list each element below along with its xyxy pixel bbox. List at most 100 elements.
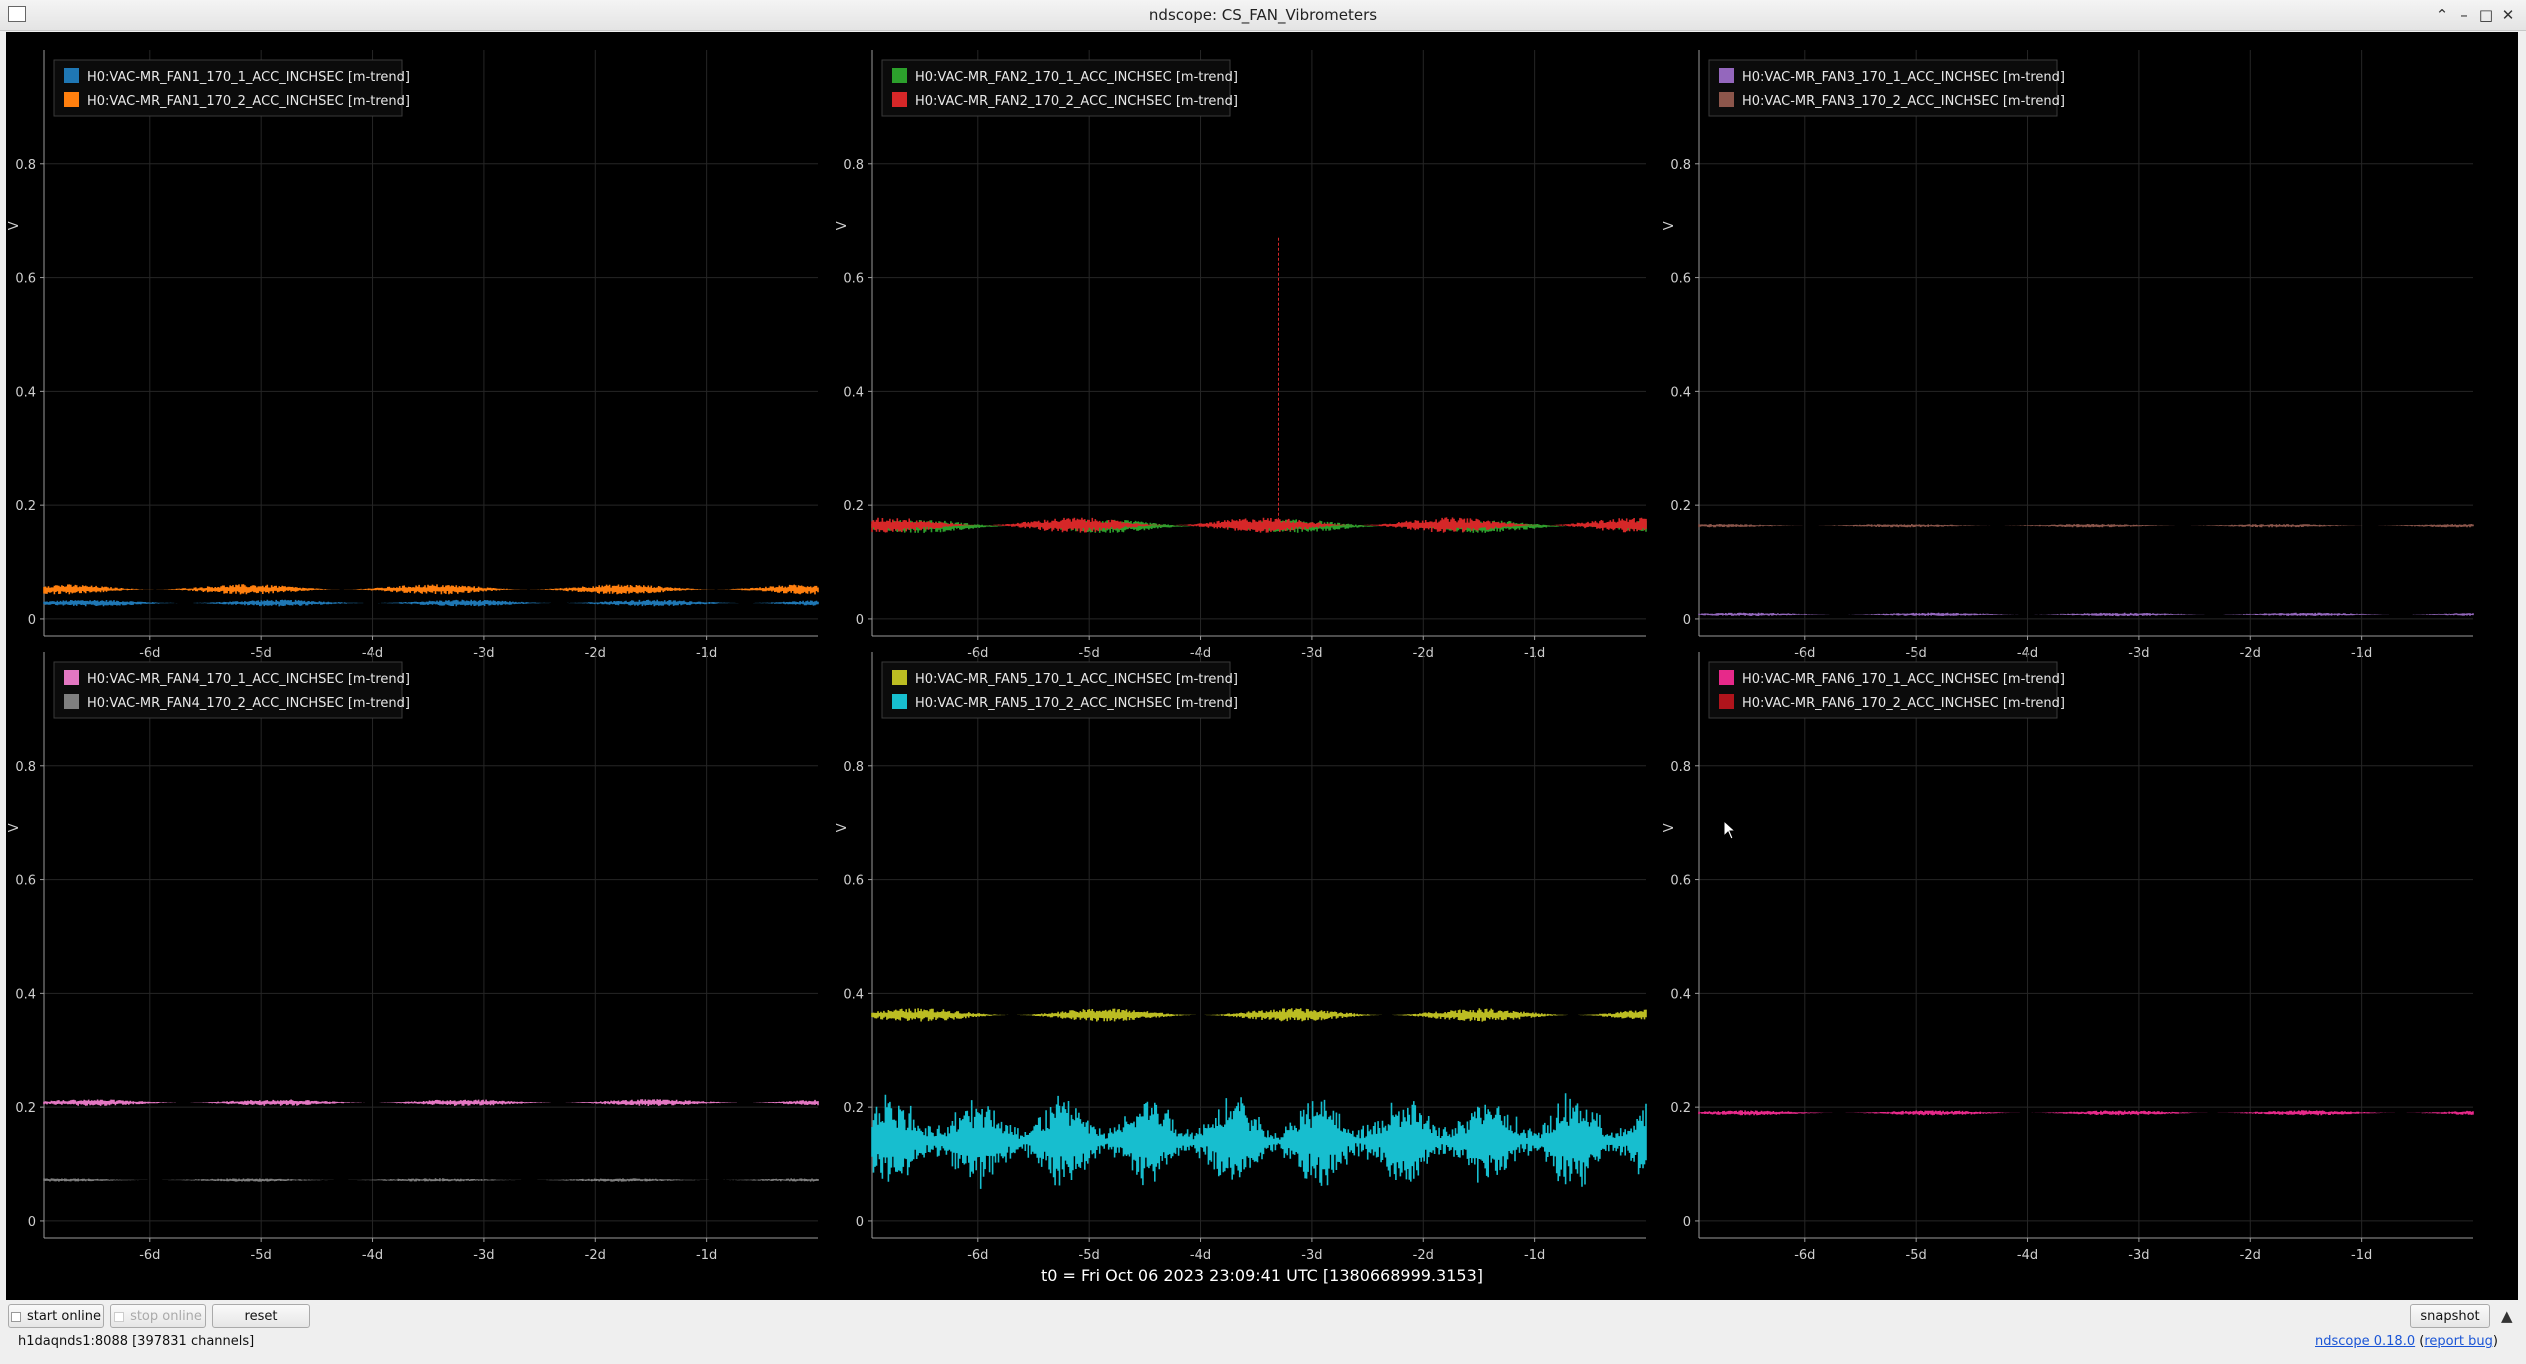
stop-online-checkbox (114, 1311, 125, 1322)
x-tick-label: -4d (1190, 1248, 1211, 1263)
x-tick-label: -2d (585, 1248, 606, 1263)
plot-panel-4[interactable]: 0 0.2 0.4 0.6 0.8 -6d -5d -4d -3d -2d -1d V H0:VAC-M… (7, 652, 819, 1263)
plot-panel-5[interactable]: 0 0.2 0.4 0.6 0.8 -6d -5d -4d -3d -2d -1d V H0:VAC-M… (835, 652, 1647, 1263)
plot-panel-6[interactable]: 0 0.2 0.4 0.6 0.8 -6d -5d -4d -3d -2d -1d V H0:VAC-M… (1662, 652, 2474, 1263)
y-tick-label: 0.2 (843, 499, 864, 514)
y-tick-label: 0.4 (843, 987, 864, 1002)
y-tick-label: 0 (28, 613, 36, 628)
legend-swatch (1719, 694, 1734, 709)
series-trace-2 (43, 584, 819, 595)
y-tick-label: 0.2 (843, 1101, 864, 1116)
legend: H0:VAC-MR_FAN5_170_1_ACC_INCHSEC [m-tren… (881, 661, 1238, 719)
legend-entry: H0:VAC-MR_FAN4_170_1_ACC_INCHSEC [m-tren… (87, 672, 410, 687)
y-tick-label: 0.8 (843, 158, 864, 173)
x-tick-label: -1d (2351, 1248, 2372, 1263)
mouse-cursor-icon (1723, 820, 1737, 840)
maximize-button[interactable]: □ (2476, 5, 2496, 25)
series-trace-2 (871, 517, 1647, 533)
y-tick-label: 0 (1683, 613, 1691, 628)
legend-entry: H0:VAC-MR_FAN2_170_1_ACC_INCHSEC [m-tren… (915, 70, 1238, 85)
series-trace-1 (1698, 612, 2474, 617)
reset-button[interactable]: reset (212, 1304, 310, 1328)
server-status: h1daqnds1:8088 [397831 channels] (18, 1334, 255, 1349)
legend-entry: H0:VAC-MR_FAN6_170_1_ACC_INCHSEC [m-tren… (1742, 672, 2065, 687)
legend: H0:VAC-MR_FAN4_170_1_ACC_INCHSEC [m-tren… (53, 661, 410, 719)
legend-entry: H0:VAC-MR_FAN6_170_2_ACC_INCHSEC [m-tren… (1742, 696, 2065, 711)
legend-swatch (892, 694, 907, 709)
legend-swatch (892, 670, 907, 685)
start-online-button[interactable]: start online (8, 1304, 104, 1328)
x-tick-label: -6d (1794, 1248, 1815, 1263)
y-axis-label: V (7, 221, 22, 230)
y-tick-label: 0.4 (15, 987, 36, 1002)
x-tick-label: -3d (2128, 1248, 2149, 1263)
legend-entry: H0:VAC-MR_FAN3_170_2_ACC_INCHSEC [m-tren… (1742, 94, 2065, 109)
legend-swatch (892, 92, 907, 107)
snapshot-button[interactable]: snapshot (2410, 1304, 2490, 1328)
x-tick-label: -1d (1524, 1248, 1545, 1263)
minimize-button[interactable]: – (2454, 5, 2474, 25)
x-tick-label: -4d (362, 1248, 383, 1263)
y-tick-label: 0.2 (1670, 499, 1691, 514)
legend-entry: H0:VAC-MR_FAN2_170_2_ACC_INCHSEC [m-tren… (915, 94, 1238, 109)
y-tick-label: 0.4 (1670, 385, 1691, 400)
stop-online-button: stop online (110, 1304, 206, 1328)
x-tick-label: -2d (2240, 1248, 2261, 1263)
legend-swatch (892, 68, 907, 83)
plot-area[interactable]: 0 0.2 0.4 0.6 0.8 -6d -5d -4d -3d -2d -1d V H0:VAC-M… (6, 32, 2518, 1300)
plot-panel-3[interactable]: 00.20.40.60.8-6d -5d -4d -3d -2d -1dVH0:VAC-M… (1662, 50, 2474, 661)
plot-panel-2[interactable]: 00.20.40.60.8-6d -5d -4d -3d -2d -1dVH0:VAC-M… (835, 50, 1647, 661)
y-axis-label: V (1662, 823, 1677, 832)
legend-entry: H0:VAC-MR_FAN1_170_1_ACC_INCHSEC [m-tren… (87, 70, 410, 85)
x-tick-label: -2d (1413, 1248, 1434, 1263)
series-trace-2 (43, 1178, 819, 1182)
series-trace-1 (871, 1008, 1647, 1022)
y-axis-label: V (835, 221, 850, 230)
y-tick-label: 0.8 (1670, 760, 1691, 775)
y-axis-label: V (835, 823, 850, 832)
x-tick-label: -5d (1906, 1248, 1927, 1263)
y-tick-label: 0.4 (1670, 987, 1691, 1002)
y-tick-label: 0.6 (1670, 874, 1691, 889)
y-tick-label: 0.6 (15, 874, 36, 889)
legend-swatch (64, 670, 79, 685)
x-tick-label: -5d (1079, 1248, 1100, 1263)
legend: H0:VAC-MR_FAN1_170_1_ACC_INCHSEC [m-tren… (53, 59, 410, 117)
t0-label: t0 = Fri Oct 06 2023 23:09:41 UTC [13806… (1040, 1266, 1483, 1285)
x-tick-label: -5d (251, 1248, 272, 1263)
y-tick-label: 0.4 (843, 385, 864, 400)
window-titlebar: ndscope: CS_FAN_Vibrometers ⌃ – □ ✕ (0, 0, 2526, 31)
series-trace-2 (1698, 524, 2474, 528)
y-tick-label: 0.8 (843, 760, 864, 775)
y-tick-label: 0 (856, 1215, 864, 1230)
legend-swatch (64, 694, 79, 709)
legend-entry: H0:VAC-MR_FAN5_170_2_ACC_INCHSEC [m-tren… (915, 696, 1238, 711)
chevron-up-icon[interactable]: ▲ (2501, 1307, 2513, 1325)
version-link[interactable]: ndscope 0.18.0 (2315, 1334, 2415, 1349)
legend-swatch (1719, 670, 1734, 685)
y-tick-label: 0 (28, 1215, 36, 1230)
x-tick-label: -1d (696, 1248, 717, 1263)
x-tick-label: -3d (473, 1248, 494, 1263)
series-trace-1 (43, 1099, 819, 1106)
window-title: ndscope: CS_FAN_Vibrometers (1148, 6, 1378, 24)
y-tick-label: 0.6 (843, 874, 864, 889)
plots-canvas[interactable]: 0 0.2 0.4 0.6 0.8 -6d -5d -4d -3d -2d -1d V H0:VAC-M… (6, 32, 2518, 1300)
y-tick-label: 0.2 (15, 1101, 36, 1116)
start-online-checkbox[interactable] (10, 1311, 21, 1322)
plot-panel-1[interactable]: 00.20.40.60.8-6d -5d -4d -3d -2d -1dVH0:VAC-M… (7, 50, 819, 661)
y-tick-label: 0.8 (1670, 158, 1691, 173)
x-tick-label: -4d (2017, 1248, 2038, 1263)
stop-online-label: stop online (130, 1309, 202, 1324)
legend-swatch (64, 68, 79, 83)
version-info: ndscope 0.18.0 (report bug) (2315, 1334, 2498, 1349)
series-trace-1 (1698, 1110, 2474, 1116)
report-bug-link[interactable]: report bug (2424, 1334, 2493, 1349)
close-button[interactable]: ✕ (2498, 5, 2518, 25)
start-online-label: start online (26, 1309, 102, 1324)
y-tick-label: 0.8 (15, 158, 36, 173)
keep-above-button[interactable]: ⌃ (2432, 5, 2452, 25)
legend-entry: H0:VAC-MR_FAN3_170_1_ACC_INCHSEC [m-tren… (1742, 70, 2065, 85)
y-axis-label: V (7, 823, 22, 832)
y-axis-label: V (1662, 221, 1677, 230)
